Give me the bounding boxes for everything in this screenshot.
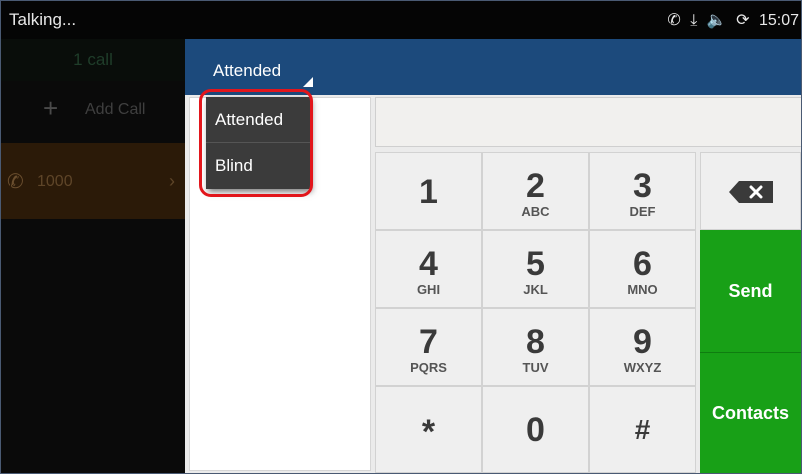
key-digit: 0 — [526, 411, 545, 449]
add-call-label: Add Call — [85, 101, 146, 118]
key-7[interactable]: 7 PQRS — [375, 308, 482, 386]
dropdown-option-blind[interactable]: Blind — [206, 143, 310, 188]
key-3[interactable]: 3 DEF — [589, 152, 696, 230]
add-call-button[interactable]: + Add Call — [1, 81, 185, 143]
key-letters: PQRS — [410, 360, 447, 375]
key-4[interactable]: 4 GHI — [375, 230, 482, 308]
phone-icon: ✆ — [7, 171, 24, 193]
clock: 15:07 — [758, 12, 799, 29]
key-digit: 8 — [526, 323, 545, 361]
key-digit: 5 — [526, 245, 545, 283]
key-digit: 9 — [633, 323, 652, 361]
key-9[interactable]: 9 WXYZ — [589, 308, 696, 386]
key-letters: MNO — [627, 282, 658, 297]
key-0[interactable]: 0 — [482, 386, 589, 473]
number-input[interactable] — [375, 97, 801, 147]
volume-icon: 🔈 — [706, 12, 727, 29]
key-1[interactable]: 1 — [375, 152, 482, 230]
key-8[interactable]: 8 TUV — [482, 308, 589, 386]
send-button[interactable]: Send — [700, 230, 801, 352]
key-digit: 1 — [419, 173, 438, 211]
key-6[interactable]: 6 MNO — [589, 230, 696, 308]
key-digit: # — [634, 414, 651, 445]
key-letters: WXYZ — [623, 360, 662, 375]
key-letters: JKL — [523, 282, 548, 297]
key-letters: GHI — [416, 282, 441, 297]
key-2[interactable]: 2 ABC — [482, 152, 589, 230]
calls-panel: 1 call + Add Call ✆ 1000 › — [1, 39, 185, 473]
key-digit: * — [421, 413, 436, 451]
status-icons: ✆ ⤓ 🔈 ⟳ 15:07 — [662, 10, 799, 30]
key-5[interactable]: 5 JKL — [482, 230, 589, 308]
chevron-right-icon: › — [169, 171, 175, 191]
contacts-button[interactable]: Contacts — [700, 352, 801, 473]
backspace-icon — [729, 181, 773, 203]
plus-icon: + — [43, 93, 59, 123]
key-hash[interactable]: # — [589, 386, 696, 473]
key-digit: 6 — [633, 245, 652, 283]
key-digit: 3 — [633, 167, 652, 205]
status-bar: Talking... ✆ ⤓ 🔈 ⟳ 15:07 — [1, 1, 801, 39]
active-call-item[interactable]: ✆ 1000 › — [1, 143, 185, 219]
dropdown-arrow-icon[interactable] — [303, 77, 313, 87]
sync-icon: ⟳ — [736, 12, 750, 29]
backspace-button[interactable] — [700, 152, 801, 230]
download-icon: ⤓ — [690, 12, 698, 29]
call-number: 1000 — [37, 173, 73, 190]
key-letters: ABC — [521, 204, 550, 219]
key-letters: DEF — [629, 204, 656, 219]
transfer-header: Attended — [185, 39, 801, 95]
key-digit: 7 — [419, 323, 438, 361]
call-forward-icon: ✆ — [667, 12, 681, 29]
key-digit: 2 — [526, 167, 545, 205]
transfer-mode-select[interactable]: Attended — [213, 61, 281, 81]
device-screen: Talking... ✆ ⤓ 🔈 ⟳ 15:07 1 call + Add Ca… — [0, 0, 802, 474]
dropdown-option-attended[interactable]: Attended — [206, 97, 310, 142]
call-count: 1 call — [1, 39, 185, 81]
status-title: Talking... — [9, 10, 77, 29]
key-star[interactable]: * — [375, 386, 482, 473]
key-digit: 4 — [419, 245, 438, 283]
key-letters: TUV — [522, 360, 549, 375]
transfer-mode-dropdown: Attended Blind — [206, 97, 310, 189]
